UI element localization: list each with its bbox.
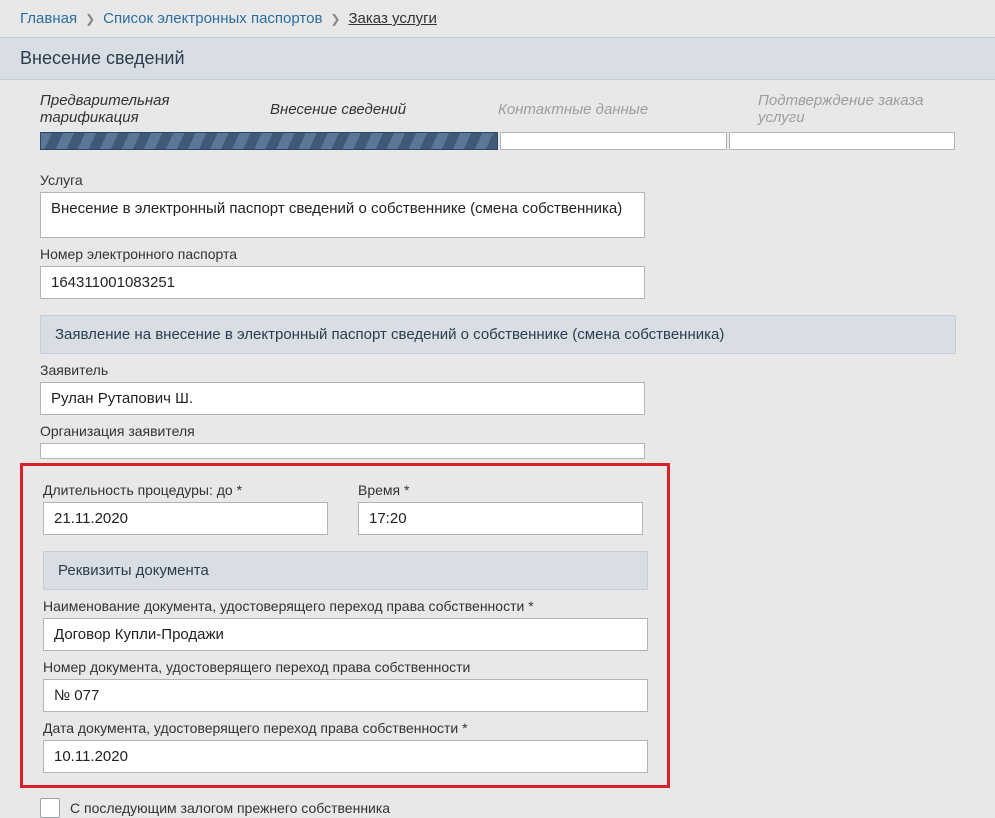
chevron-right-icon: ❯ <box>85 12 95 26</box>
doc-num-field[interactable] <box>43 679 648 712</box>
breadcrumb-home-link[interactable]: Главная <box>20 10 77 27</box>
wizard-progress <box>0 132 995 164</box>
breadcrumb-list-link[interactable]: Список электронных паспортов <box>103 10 322 27</box>
doc-num-label: Номер документа, удостоверящего переход … <box>43 659 647 675</box>
applicant-field[interactable]: Рулан Рутапович Ш. <box>40 382 645 415</box>
passport-num-field[interactable]: 164311001083251 <box>40 266 645 299</box>
time-field[interactable] <box>358 502 643 535</box>
passport-num-label: Номер электронного паспорта <box>40 246 955 262</box>
applicant-org-field[interactable] <box>40 443 645 459</box>
wizard-step-4: Подтверждение заказа услуги <box>758 92 955 126</box>
doc-date-field[interactable] <box>43 740 648 773</box>
breadcrumb: Главная ❯ Список электронных паспортов ❯… <box>0 0 995 37</box>
form-area: Услуга Внесение в электронный паспорт св… <box>0 172 995 818</box>
duration-label: Длительность процедуры: до * <box>43 482 328 498</box>
chevron-right-icon: ❯ <box>330 12 340 26</box>
pledge-checkbox-row: С последующим залогом прежнего собственн… <box>40 798 955 818</box>
wizard-step-1: Предварительная тарификация <box>40 92 270 126</box>
doc-name-label: Наименование документа, удостоверящего п… <box>43 598 647 614</box>
progress-segment-empty <box>500 132 727 150</box>
wizard-step-2: Внесение сведений <box>270 101 498 118</box>
time-label: Время * <box>358 482 643 498</box>
applicant-org-label: Организация заявителя <box>40 423 955 439</box>
highlighted-section: Длительность процедуры: до * Время * Рек… <box>20 463 670 788</box>
duration-field[interactable] <box>43 502 328 535</box>
doc-date-label: Дата документа, удостоверящего переход п… <box>43 720 647 736</box>
pledge-checkbox-label: С последующим залогом прежнего собственн… <box>70 800 390 816</box>
wizard-step-3: Контактные данные <box>498 101 758 118</box>
page-title: Внесение сведений <box>0 37 995 80</box>
progress-segment-empty <box>729 132 956 150</box>
pledge-checkbox[interactable] <box>40 798 60 818</box>
applicant-label: Заявитель <box>40 362 955 378</box>
section-header-doc-details: Реквизиты документа <box>43 551 648 590</box>
section-header-application: Заявление на внесение в электронный пасп… <box>40 315 956 354</box>
service-field[interactable]: Внесение в электронный паспорт сведений … <box>40 192 645 238</box>
service-label: Услуга <box>40 172 955 188</box>
breadcrumb-current: Заказ услуги <box>348 10 436 27</box>
doc-name-field[interactable] <box>43 618 648 651</box>
progress-segment-filled <box>40 132 498 150</box>
wizard-steps: Предварительная тарификация Внесение све… <box>0 80 995 132</box>
